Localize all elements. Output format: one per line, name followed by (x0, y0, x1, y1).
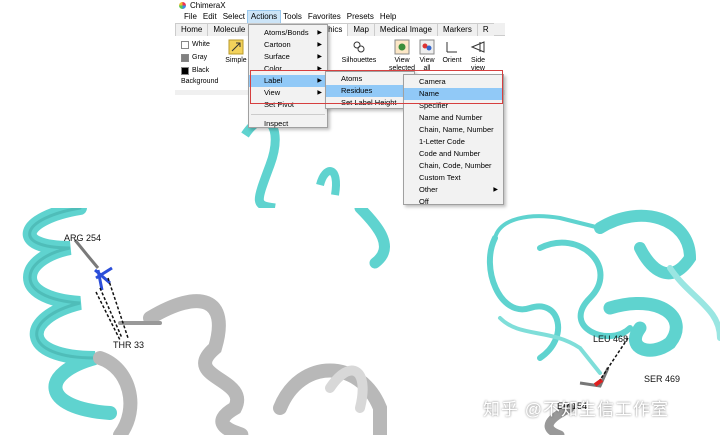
atoms-bonds-text: Atoms/Bonds (264, 28, 309, 37)
gray-label: Gray (192, 54, 208, 61)
side-view-button[interactable]: Side view (465, 39, 491, 73)
submenu-arrow-icon: ▶ (317, 54, 322, 60)
menu-item-off[interactable]: Off (404, 196, 503, 208)
black-swatch-icon (181, 66, 189, 75)
other-text: Other (419, 185, 438, 194)
menu-item-code-and-number[interactable]: Code and Number (404, 148, 503, 160)
highlight-annotation-box (250, 70, 503, 104)
tab-more[interactable]: R (476, 23, 494, 36)
window-title: ChimeraX (190, 1, 226, 10)
menu-file[interactable]: File (181, 11, 200, 23)
view-all-icon (419, 39, 435, 55)
menu-item-name-and-number[interactable]: Name and Number (404, 112, 503, 124)
gray-swatch-icon (181, 53, 189, 62)
tab-medical-image[interactable]: Medical Image (373, 23, 438, 36)
side-view-icon (470, 41, 485, 53)
menu-edit[interactable]: Edit (200, 11, 220, 23)
tab-home[interactable]: Home (175, 23, 209, 36)
menu-item-1-letter-code[interactable]: 1-Letter Code (404, 136, 503, 148)
menu-item-other[interactable]: Other ▶ (404, 184, 503, 196)
side-view-label-1: Side (470, 57, 485, 64)
menu-select[interactable]: Select (220, 11, 248, 23)
white-swatch-icon (181, 40, 189, 49)
simple-label: Simple (225, 57, 247, 64)
black-label: Black (192, 67, 210, 74)
menu-item-inspect[interactable]: Inspect (249, 118, 327, 130)
surface-text: Surface (264, 52, 290, 61)
residue-label-leu468: LEU 468 (593, 334, 629, 344)
silhouettes-button[interactable]: Silhouettes (339, 39, 379, 65)
tab-markers[interactable]: Markers (436, 23, 478, 36)
ribbon-tabs: Home Molecule Graphics Map Medical Image… (175, 23, 505, 36)
menu-help[interactable]: Help (377, 11, 399, 23)
submenu-arrow-icon: ▶ (493, 187, 498, 193)
molecule-view-left[interactable]: ARG 254 THR 33 (0, 208, 440, 435)
custom-text-text: Custom Text (419, 173, 461, 182)
menu-item-custom-text[interactable]: Custom Text (404, 172, 503, 184)
view-all-label-1: View (419, 57, 435, 64)
residue-label-thr33: THR 33 (113, 340, 145, 350)
menu-item-atoms-bonds[interactable]: Atoms/Bonds ▶ (249, 27, 327, 39)
cartoon-text: Cartoon (264, 40, 291, 49)
chain-code-number-text: Chain, Code, Number (419, 161, 492, 170)
menu-actions[interactable]: Actions (246, 10, 282, 24)
menu-tools[interactable]: Tools (280, 11, 305, 23)
menu-favorites[interactable]: Favorites (305, 11, 344, 23)
residue-label-ser469: SER 469 (644, 374, 681, 384)
one-letter-code-text: 1-Letter Code (419, 137, 465, 146)
watermark: 知乎 @不知生信工作室 (483, 400, 669, 419)
view-selected-label-1: View (394, 57, 410, 64)
view-all-button[interactable]: View all (415, 39, 439, 73)
lamp-icon (228, 39, 244, 55)
background-black-option[interactable]: Black (181, 64, 231, 77)
orient-axes-icon (446, 42, 457, 53)
off-text: Off (419, 197, 429, 206)
menu-bar: File Edit Select Actions Tools Favorites… (175, 10, 505, 24)
menu-item-chain-code-number[interactable]: Chain, Code, Number (404, 160, 503, 172)
code-and-number-text: Code and Number (419, 149, 481, 158)
inspect-text: Inspect (264, 119, 289, 128)
view-selected-button[interactable]: View selected (387, 39, 417, 73)
silhouettes-icon (353, 41, 365, 53)
menu-item-surface[interactable]: Surface ▶ (249, 51, 327, 63)
menu-item-cartoon[interactable]: Cartoon ▶ (249, 39, 327, 51)
orient-button[interactable]: Orient (439, 39, 465, 65)
submenu-arrow-icon: ▶ (317, 30, 322, 36)
white-label: White (192, 41, 210, 48)
view-selected-icon (394, 39, 410, 55)
menu-presets[interactable]: Presets (344, 11, 377, 23)
orient-label: Orient (442, 57, 462, 64)
background-group-label: Background (181, 78, 219, 85)
title-bar: ChimeraX (175, 0, 505, 11)
chain-name-number-text: Chain, Name, Number (419, 125, 494, 134)
tab-map[interactable]: Map (347, 23, 375, 36)
submenu-arrow-icon: ▶ (317, 42, 322, 48)
chimerax-logo-icon (179, 2, 186, 9)
residue-label-arg254: ARG 254 (64, 233, 102, 243)
silhouettes-label: Silhouettes (341, 57, 377, 64)
menu-separator (251, 114, 325, 115)
menu-item-chain-name-number[interactable]: Chain, Name, Number (404, 124, 503, 136)
name-and-number-text: Name and Number (419, 113, 483, 122)
